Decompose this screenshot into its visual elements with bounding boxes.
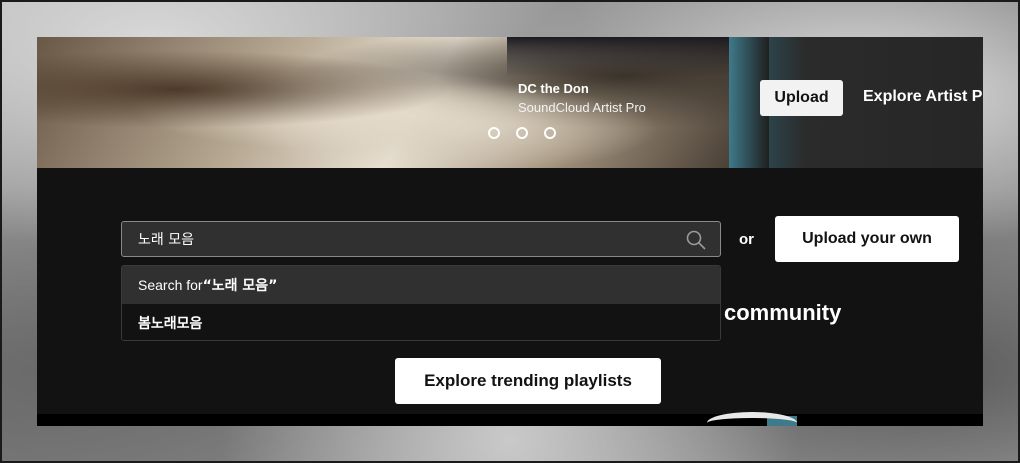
search-for-suggestion[interactable]: Search for “노래 모음” (122, 266, 720, 304)
upload-your-own-button[interactable]: Upload your own (775, 216, 959, 262)
carousel-dots (488, 127, 556, 139)
hero-artist-name[interactable]: DC the Don (518, 81, 589, 96)
community-heading-fragment: community (724, 300, 842, 325)
landing-panel: DC the Don SoundCloud Artist Pro Upload … (37, 37, 983, 426)
search-for-prefix: Search for (138, 277, 203, 293)
search-box (121, 221, 721, 257)
suggestion-item[interactable]: 봄노래모음 (122, 304, 720, 340)
search-icon[interactable] (686, 230, 706, 250)
hero-carousel: DC the Don SoundCloud Artist Pro Upload … (37, 37, 983, 168)
carousel-dot-1[interactable] (488, 127, 500, 139)
hero-upload-button[interactable]: Upload (760, 80, 843, 116)
search-suggestions-dropdown: Search for “노래 모음” 봄노래모음 (121, 265, 721, 341)
next-section-preview (37, 412, 983, 426)
search-for-query: “노래 모음” (202, 278, 278, 294)
search-input[interactable] (122, 222, 682, 256)
carousel-dot-3[interactable] (544, 127, 556, 139)
carousel-dot-2[interactable] (516, 127, 528, 139)
hero-artist-subtitle: SoundCloud Artist Pro (518, 100, 646, 115)
or-label: or (739, 231, 754, 248)
explore-artist-pro-link[interactable]: Explore Artist Pro (863, 88, 983, 106)
explore-trending-playlists-button[interactable]: Explore trending playlists (395, 358, 661, 404)
